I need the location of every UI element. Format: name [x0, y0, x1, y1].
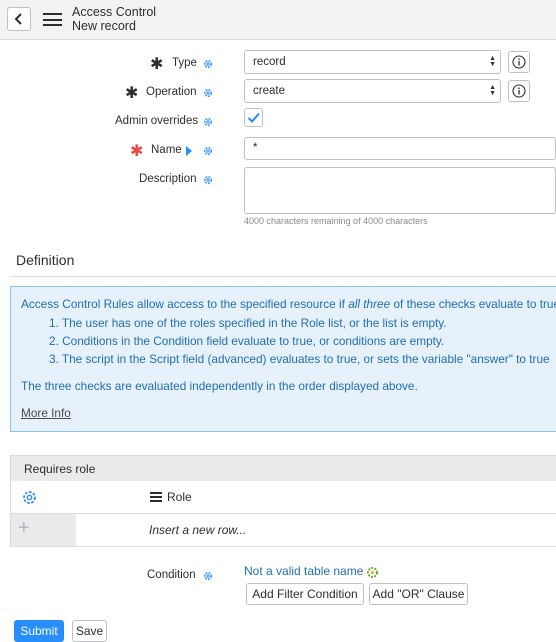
definition-item: 1. The user has one of the roles specifi… — [49, 316, 447, 330]
definition-info-box: Access Control Rules allow access to the… — [10, 286, 556, 432]
condition-label: Condition — [147, 569, 196, 581]
select-arrows-icon: ▲ ▼ — [489, 84, 496, 97]
section-divider — [10, 276, 556, 277]
role-column-header[interactable]: Role — [167, 490, 192, 504]
description-label: Description — [139, 173, 197, 185]
select-arrows-icon: ▲ ▼ — [489, 55, 496, 68]
definition-section-title: Definition — [16, 252, 75, 268]
definition-item: 3. The script in the Script field (advan… — [49, 352, 550, 366]
field-gear-icon[interactable] — [202, 570, 214, 582]
field-gear-icon[interactable] — [202, 116, 214, 128]
insert-row: + Insert a new row... — [11, 514, 556, 546]
requires-role-list: Requires role Role + Insert a new row... — [10, 455, 556, 547]
invalid-table-link[interactable]: Not a valid table name — [244, 564, 363, 578]
mandatory-indicator-icon: ✱ — [125, 85, 139, 102]
intro-text-end: of these checks evaluate to true — [390, 297, 556, 311]
type-label: Type — [172, 57, 197, 69]
operation-select[interactable]: create ▲ ▼ — [244, 79, 501, 103]
field-gear-icon[interactable] — [202, 58, 214, 70]
hamburger-menu-icon[interactable] — [43, 13, 62, 26]
type-select[interactable]: record ▲ ▼ — [244, 50, 501, 74]
role-column-header-row: Role — [11, 481, 556, 514]
info-icon — [512, 55, 526, 69]
chevron-left-icon — [14, 13, 22, 25]
page-subtitle: New record — [72, 19, 136, 33]
operation-select-value: create — [253, 85, 285, 97]
info-icon — [512, 84, 526, 98]
insert-new-row-input[interactable]: Insert a new row... — [149, 523, 246, 537]
plus-icon: + — [18, 517, 30, 539]
name-label: Name — [151, 144, 182, 156]
add-row-cell[interactable]: + — [11, 514, 76, 546]
requires-role-title: Requires role — [24, 462, 96, 476]
mandatory-indicator-icon: ✱ — [150, 56, 164, 73]
checkmark-icon — [247, 112, 260, 123]
definition-note: The three checks are evaluated independe… — [21, 379, 418, 393]
list-settings-gear-icon[interactable] — [21, 489, 38, 506]
caret-right-icon[interactable] — [185, 146, 193, 156]
add-or-clause-button[interactable]: Add "OR" Clause — [369, 583, 468, 605]
add-filter-condition-button[interactable]: Add Filter Condition — [246, 583, 364, 605]
field-gear-icon[interactable] — [202, 87, 214, 99]
intro-emphasis: all three — [348, 297, 391, 311]
character-count-hint: 4000 characters remaining of 4000 charac… — [244, 216, 428, 226]
type-info-button[interactable] — [508, 51, 530, 73]
mandatory-indicator-icon: ✱ — [130, 143, 144, 160]
operation-info-button[interactable] — [508, 80, 530, 102]
admin-overrides-checkbox[interactable] — [244, 108, 263, 127]
condition-builder-icon[interactable] — [366, 566, 379, 579]
definition-intro: Access Control Rules allow access to the… — [21, 297, 556, 311]
field-gear-icon[interactable] — [202, 145, 214, 157]
description-textarea[interactable] — [244, 167, 556, 214]
more-info-link[interactable]: More Info — [21, 406, 71, 420]
requires-role-header: Requires role — [11, 456, 556, 482]
admin-overrides-label: Admin overrides — [115, 115, 199, 127]
column-menu-icon[interactable] — [150, 492, 162, 502]
name-input[interactable]: * — [244, 137, 556, 160]
intro-text: Access Control Rules allow access to the… — [21, 297, 349, 311]
operation-label: Operation — [146, 86, 197, 98]
header-bar: Access Control New record — [0, 0, 556, 40]
field-gear-icon[interactable] — [202, 174, 214, 186]
type-select-value: record — [253, 56, 286, 68]
page-title: Access Control — [72, 5, 157, 19]
back-button[interactable] — [7, 7, 31, 31]
definition-item: 2. Conditions in the Condition field eva… — [49, 334, 445, 348]
